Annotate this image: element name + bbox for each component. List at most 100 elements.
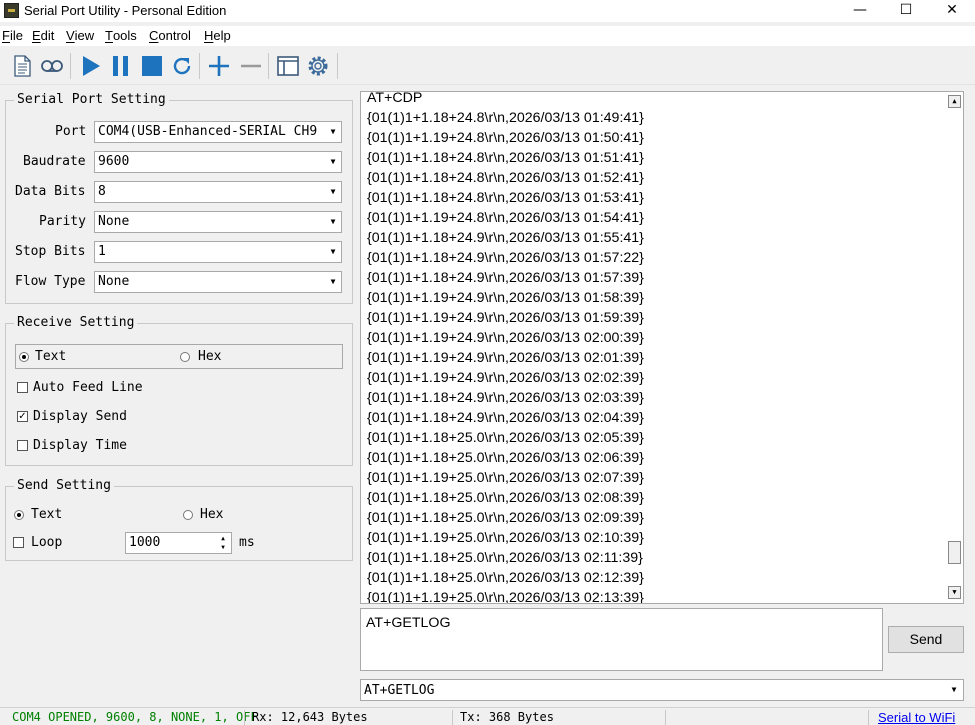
new-document-icon[interactable] [9,53,35,79]
menu-control[interactable]: Control [149,28,191,43]
receive-line: {01(1)1+1.19+25.0\r\n,2026/03/13 02:10:3… [367,530,644,546]
scroll-thumb[interactable] [948,541,961,564]
chevron-down-icon[interactable]: ▼ [326,123,340,141]
menu-edit[interactable]: Edit [32,28,54,43]
menu-tools[interactable]: Tools [105,28,137,43]
toolbar-separator [199,53,200,79]
menu-help-rest: elp [213,28,231,43]
send-history-value: AT+GETLOG [364,683,435,698]
port-select[interactable]: COM4(USB-Enhanced-SERIAL CH9 ▼ [94,121,342,143]
close-button[interactable]: ✕ [929,0,975,22]
receive-line: {01(1)1+1.18+24.8\r\n,2026/03/13 01:52:4… [367,170,644,186]
menu-file[interactable]: File [2,28,23,43]
send-button[interactable]: Send [888,626,964,653]
display-send-checkbox[interactable]: ✓ [17,411,28,422]
receive-line: {01(1)1+1.19+24.9\r\n,2026/03/13 02:02:3… [367,370,644,386]
chevron-down-icon[interactable]: ▼ [326,213,340,231]
receive-line: {01(1)1+1.18+25.0\r\n,2026/03/13 02:05:3… [367,430,644,446]
parity-select[interactable]: None ▼ [94,211,342,233]
receive-textarea[interactable]: AT+CDP {01(1)1+1.18+24.8\r\n,2026/03/13 0… [360,91,964,604]
menu-tools-key: T [105,28,113,43]
send-hex-radio[interactable] [183,510,193,520]
receive-text-radio[interactable] [19,352,29,362]
send-history-select[interactable]: AT+GETLOG ▼ [360,679,964,701]
display-time-checkbox[interactable] [17,440,28,451]
serial-to-wifi-link[interactable]: Serial to WiFi [878,710,955,725]
scroll-down-icon[interactable]: ▼ [948,586,961,599]
menu-view[interactable]: View [66,28,94,43]
flowtype-select[interactable]: None ▼ [94,271,342,293]
receive-text-label: Text [35,349,67,364]
databits-select[interactable]: 8 ▼ [94,181,342,203]
vertical-scrollbar[interactable]: ▲ ▼ [946,92,963,603]
menu-bar: File Edit View Tools Control Help [0,26,975,46]
stopbits-select[interactable]: 1 ▼ [94,241,342,263]
receive-line: {01(1)1+1.19+24.9\r\n,2026/03/13 01:59:3… [367,310,644,326]
window-title: Serial Port Utility - Personal Edition [24,3,227,18]
menu-control-rest: ontrol [158,28,191,43]
receive-hex-label: Hex [198,349,222,364]
receive-line: {01(1)1+1.18+25.0\r\n,2026/03/13 02:08:3… [367,490,644,506]
stopbits-label: Stop Bits [15,244,86,259]
remove-icon[interactable] [238,53,264,79]
chevron-down-icon[interactable]: ▼ [326,153,340,171]
receive-line: {01(1)1+1.19+24.9\r\n,2026/03/13 02:01:3… [367,350,644,366]
chevron-down-icon[interactable]: ▼ [326,273,340,291]
send-textarea[interactable]: AT+GETLOG [360,608,883,671]
loop-icon[interactable] [39,53,65,79]
receive-line: {01(1)1+1.18+24.9\r\n,2026/03/13 01:57:2… [367,250,644,266]
auto-feed-checkbox[interactable] [17,382,28,393]
receive-hex-radio[interactable] [180,352,190,362]
serial-port-setting-title: Serial Port Setting [14,92,169,107]
databits-value: 8 [98,184,106,199]
send-text-radio[interactable] [14,510,24,520]
refresh-icon[interactable] [169,53,195,79]
receive-line: {01(1)1+1.18+24.8\r\n,2026/03/13 01:51:4… [367,150,644,166]
chevron-down-icon[interactable]: ▼ [326,183,340,201]
receive-line: {01(1)1+1.18+25.0\r\n,2026/03/13 02:06:3… [367,450,644,466]
serial-to-wifi-cell: Serial to WiFi [868,710,975,725]
pause-icon[interactable] [108,53,134,79]
add-icon[interactable] [206,53,232,79]
send-text-label: Text [31,507,63,522]
receive-line: {01(1)1+1.19+25.0\r\n,2026/03/13 02:07:3… [367,470,644,486]
stop-icon[interactable] [139,53,165,79]
menu-file-rest: ile [9,28,23,43]
receive-line: {01(1)1+1.18+25.0\r\n,2026/03/13 02:11:3… [367,550,643,566]
receive-line: {01(1)1+1.18+24.9\r\n,2026/03/13 02:03:3… [367,390,644,406]
send-hex-label: Hex [200,507,224,522]
maximize-button[interactable]: ☐ [883,0,929,22]
spin-arrows-icon[interactable]: ▲ ▼ [216,534,230,552]
menu-file-key: F [2,28,10,43]
interval-unit: ms [239,535,255,550]
databits-label: Data Bits [15,184,86,199]
receive-line: {01(1)1+1.19+24.9\r\n,2026/03/13 02:00:3… [367,330,644,346]
chevron-down-icon[interactable]: ▼ [947,682,961,698]
loop-checkbox[interactable] [13,537,24,548]
minimize-button[interactable]: — [837,0,883,22]
connection-status: COM4 OPENED, 9600, 8, NONE, 1, OFF [12,710,258,724]
toolbar-separator [70,53,71,79]
window-icon[interactable] [275,53,301,79]
flowtype-value: None [98,274,130,289]
chevron-down-icon[interactable]: ▼ [326,243,340,261]
baudrate-select[interactable]: 9600 ▼ [94,151,342,173]
menu-edit-rest: dit [40,28,55,43]
port-label: Port [55,124,87,139]
toolbar-separator [337,53,338,79]
receive-setting-title: Receive Setting [14,315,138,330]
display-send-label: Display Send [33,409,127,424]
auto-feed-label: Auto Feed Line [33,380,143,395]
settings-icon[interactable] [305,53,331,79]
baudrate-label: Baudrate [23,154,86,169]
scroll-up-icon[interactable]: ▲ [948,95,961,108]
receive-line: {01(1)1+1.19+25.0\r\n,2026/03/13 02:13:3… [367,590,644,604]
menu-control-key: C [149,28,159,43]
interval-spinbox[interactable]: 1000 ▲ ▼ [125,532,232,554]
menu-help[interactable]: Help [204,28,231,43]
status-empty-cell [665,710,868,725]
parity-label: Parity [39,214,86,229]
app-icon [4,3,19,18]
port-value: COM4(USB-Enhanced-SERIAL CH9 [98,124,318,139]
play-icon[interactable] [78,53,104,79]
